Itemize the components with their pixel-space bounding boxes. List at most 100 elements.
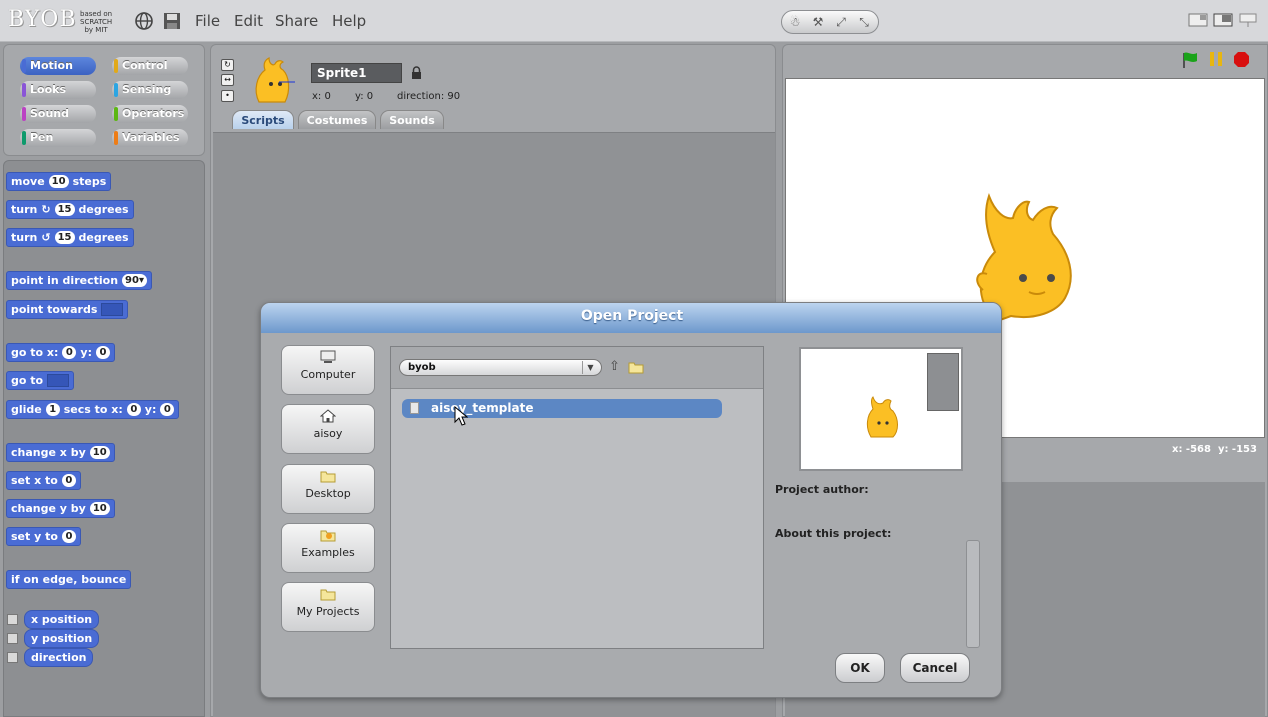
document-icon [410, 402, 419, 414]
lock-icon[interactable] [411, 66, 422, 80]
menu-bar: BYOB based on SCRATCH by MIT File Edit S… [0, 0, 1268, 42]
tab-scripts[interactable]: Scripts [232, 110, 294, 129]
grow-icon[interactable]: ⤢ [833, 14, 849, 30]
category-motion[interactable]: Motion [20, 57, 96, 75]
computer-icon [320, 350, 336, 363]
cancel-button[interactable]: Cancel [900, 653, 970, 683]
change-y-input[interactable]: 10 [89, 502, 110, 515]
reporter-x-position[interactable]: x position [24, 610, 100, 629]
reporter-direction[interactable]: direction [24, 648, 94, 667]
direction-checkbox[interactable] [7, 652, 18, 663]
glide-y-input[interactable]: 0 [160, 403, 175, 416]
wrench-icon[interactable]: ⚒ [810, 14, 826, 30]
small-stage-layout-icon[interactable] [1188, 12, 1208, 28]
block-go-to-xy[interactable]: go to x: 0 y: 0 [6, 343, 115, 362]
set-x-input[interactable]: 0 [61, 474, 76, 487]
about-project-label: About this project: [775, 527, 892, 540]
file-list-pane: byob ▼ ⇧ aisoy_template [390, 346, 764, 649]
block-if-on-edge-bounce[interactable]: if on edge, bounce [6, 570, 132, 589]
glide-x-input[interactable]: 0 [126, 403, 141, 416]
location-examples[interactable]: Examples [281, 523, 375, 573]
set-y-input[interactable]: 0 [61, 530, 76, 543]
sprite-thumbnail [255, 57, 295, 103]
block-go-to[interactable]: go to [6, 371, 75, 390]
shrink-icon[interactable]: ⤡ [856, 14, 872, 30]
green-flag-icon[interactable] [1180, 50, 1200, 70]
file-list-item[interactable]: aisoy_template [402, 399, 722, 418]
parent-folder-icon[interactable]: ⇧ [609, 359, 623, 375]
goto-x-input[interactable]: 0 [62, 346, 77, 359]
category-operators[interactable]: Operators [112, 105, 188, 123]
location-computer[interactable]: Computer [281, 345, 375, 395]
category-variables[interactable]: Variables [112, 129, 188, 147]
category-pen[interactable]: Pen [20, 129, 96, 147]
globe-icon[interactable] [134, 11, 154, 31]
sprite-direction: direction: 90 [397, 91, 461, 102]
stop-icon[interactable] [1233, 51, 1250, 68]
rotate-style-all-icon[interactable]: ↻ [221, 59, 234, 71]
home-icon [320, 409, 336, 423]
thumbnail-panel [927, 353, 959, 411]
new-folder-icon[interactable] [628, 360, 644, 374]
notes-scrollbar[interactable] [966, 540, 980, 648]
menu-file[interactable]: File [195, 12, 220, 30]
folder-dropdown[interactable]: byob ▼ [399, 359, 602, 376]
turn-ccw-degrees-input[interactable]: 15 [54, 231, 75, 244]
folder-toolbar: byob ▼ ⇧ [391, 347, 763, 389]
block-set-x[interactable]: set x to 0 [6, 471, 81, 490]
folder-icon [320, 589, 336, 601]
location-aisoy[interactable]: aisoy [281, 404, 375, 454]
presentation-mode-icon[interactable] [1238, 12, 1258, 28]
location-desktop[interactable]: Desktop [281, 464, 375, 514]
category-sound[interactable]: Sound [20, 105, 96, 123]
project-thumbnail [799, 347, 963, 471]
stamp-icon[interactable]: ☃ [787, 14, 803, 30]
y-position-checkbox[interactable] [7, 633, 18, 644]
category-sensing[interactable]: Sensing [112, 81, 188, 99]
block-point-towards[interactable]: point towards [6, 300, 129, 319]
category-looks[interactable]: Looks [20, 81, 96, 99]
goto-dropdown[interactable] [47, 374, 70, 387]
rotate-clockwise-icon: ↻ [41, 203, 51, 216]
ok-button[interactable]: OK [835, 653, 885, 683]
goto-y-input[interactable]: 0 [95, 346, 110, 359]
block-turn-clockwise[interactable]: turn ↻ 15 degrees [6, 200, 134, 219]
category-control[interactable]: Control [112, 57, 188, 75]
towards-dropdown[interactable] [101, 303, 124, 316]
dialog-title: Open Project [261, 303, 1001, 333]
rotate-style-none-icon[interactable]: • [221, 90, 234, 102]
block-move[interactable]: move 10 steps [6, 172, 112, 191]
move-steps-input[interactable]: 10 [48, 175, 69, 188]
normal-stage-layout-icon[interactable] [1213, 12, 1233, 28]
direction-dropdown[interactable]: 90▾ [122, 274, 147, 287]
x-position-checkbox[interactable] [7, 614, 18, 625]
tab-costumes[interactable]: Costumes [298, 110, 376, 129]
block-turn-counterclockwise[interactable]: turn ↺ 15 degrees [6, 228, 134, 247]
sprite-y: y: 0 [355, 91, 374, 102]
block-change-y[interactable]: change y by 10 [6, 499, 115, 518]
block-glide[interactable]: glide 1 secs to x: 0 y: 0 [6, 400, 180, 419]
menu-share[interactable]: Share [275, 12, 318, 30]
location-my-projects[interactable]: My Projects [281, 582, 375, 632]
open-project-dialog: Open Project Computer aisoy Desktop Exam… [260, 302, 1002, 698]
rotate-style-flip-icon[interactable]: ↔ [221, 74, 234, 86]
block-change-x[interactable]: change x by 10 [6, 443, 115, 462]
tab-sounds[interactable]: Sounds [380, 110, 444, 129]
logo-subtitle: based on SCRATCH by MIT [80, 10, 113, 34]
reporter-y-position[interactable]: y position [24, 629, 100, 648]
folder-icon [320, 471, 336, 483]
glide-secs-input[interactable]: 1 [45, 403, 60, 416]
turn-cw-degrees-input[interactable]: 15 [54, 203, 75, 216]
block-point-in-direction[interactable]: point in direction 90▾ [6, 271, 152, 290]
menu-edit[interactable]: Edit [234, 12, 263, 30]
menu-help[interactable]: Help [332, 12, 366, 30]
floppy-disk-icon[interactable] [162, 11, 182, 31]
sprite-name-field[interactable]: Sprite1 [311, 63, 402, 83]
block-set-y[interactable]: set y to 0 [6, 527, 81, 546]
app-logo: BYOB [8, 7, 77, 32]
chevron-down-icon: ▼ [582, 361, 598, 374]
change-x-input[interactable]: 10 [89, 446, 110, 459]
examples-folder-icon [320, 530, 336, 542]
sprite-x: x: 0 [312, 91, 331, 102]
pause-icon[interactable] [1208, 51, 1224, 67]
